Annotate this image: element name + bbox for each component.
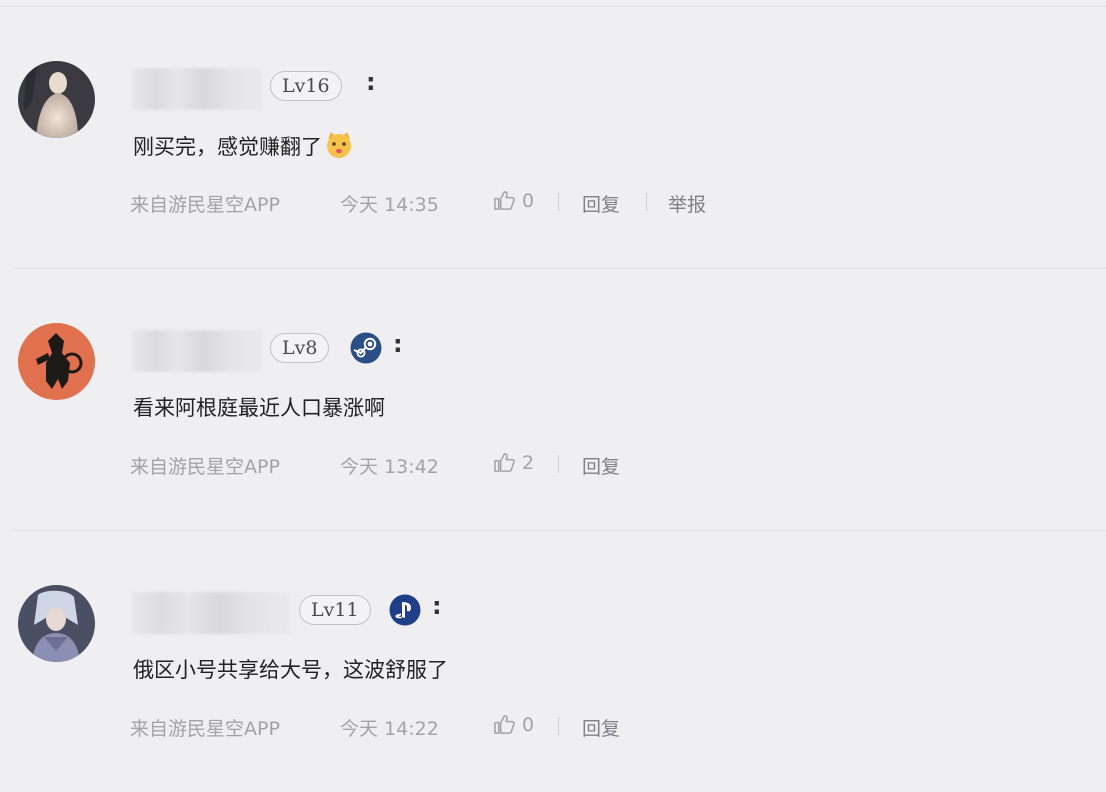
reply-button[interactable]: 回复 (582, 452, 620, 479)
timestamp: 今天 13:42 (340, 456, 439, 478)
cat-face-emoji (324, 130, 354, 165)
like-button[interactable]: 0 (493, 189, 534, 212)
source-label: 来自游民星空APP (130, 718, 280, 740)
username-blurred[interactable] (132, 68, 262, 110)
report-button[interactable]: 举报 (668, 190, 706, 217)
separator (558, 193, 559, 211)
comment-item: Lv8 : 看来阿根庭最近人口暴涨啊 来自游民星空APP 今天 13:42 2 … (0, 268, 1106, 531)
like-button[interactable]: 0 (493, 713, 534, 736)
avatar[interactable] (18, 323, 95, 400)
comment-text: 看来阿根庭最近人口暴涨啊 (133, 396, 385, 420)
colon: : (393, 330, 403, 358)
like-count: 0 (522, 713, 535, 736)
steam-icon (350, 332, 382, 364)
level-badge: Lv11 (299, 595, 371, 625)
like-count: 2 (522, 451, 535, 474)
source-label: 来自游民星空APP (130, 194, 280, 216)
comment-item: Lv11 : 俄区小号共享给大号，这波舒服了 来自游民星空APP 今天 14:2… (0, 530, 1106, 792)
reply-button[interactable]: 回复 (582, 190, 620, 217)
separator (646, 193, 647, 211)
timestamp: 今天 14:35 (340, 194, 439, 216)
like-count: 0 (522, 189, 535, 212)
reply-button[interactable]: 回复 (582, 714, 620, 741)
colon: : (366, 68, 376, 96)
avatar[interactable] (18, 585, 95, 662)
avatar[interactable] (18, 61, 95, 138)
timestamp: 今天 14:22 (340, 718, 439, 740)
level-badge: Lv16 (270, 71, 342, 101)
username-blurred[interactable] (132, 592, 290, 634)
thumbs-up-icon (494, 715, 515, 734)
separator (558, 455, 559, 473)
comment-item: Lv16 : 刚买完，感觉赚翻了 来自游民星空APP 今天 14:35 0 回复… (0, 6, 1106, 269)
thumbs-up-icon (494, 191, 515, 210)
colon: : (432, 592, 442, 620)
comment-text: 俄区小号共享给大号，这波舒服了 (133, 658, 448, 682)
playstation-icon (389, 594, 421, 626)
source-label: 来自游民星空APP (130, 456, 280, 478)
comment-text-body: 刚买完，感觉赚翻了 (133, 135, 322, 159)
like-button[interactable]: 2 (493, 451, 534, 474)
thumbs-up-icon (494, 453, 515, 472)
username-blurred[interactable] (132, 330, 262, 372)
comment-text: 刚买完，感觉赚翻了 (133, 130, 354, 165)
separator (558, 717, 559, 735)
level-badge: Lv8 (270, 333, 330, 363)
